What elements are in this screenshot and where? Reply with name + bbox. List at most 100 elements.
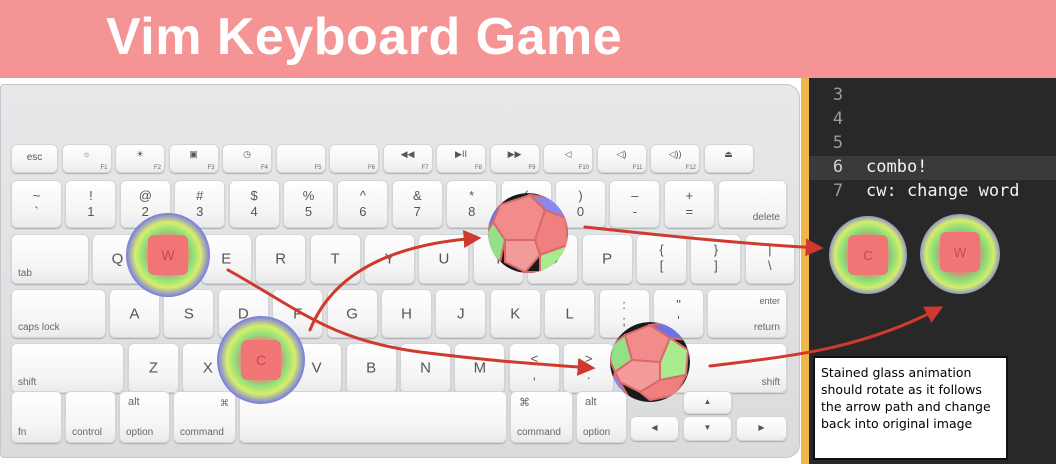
command-label: command [517,427,561,438]
key-label: Y [384,250,395,268]
arrow-up-key[interactable]: ▲ [683,391,732,414]
key-b[interactable]: B [345,343,397,393]
key-m[interactable]: M [454,343,506,393]
fn-row-key-7[interactable]: ◀◀ F7 [382,144,433,173]
fn-row-key-8[interactable]: ▶II F8 [436,144,486,173]
alt-label: alt [585,396,597,408]
key-t[interactable]: T [309,234,361,284]
arrow-down-key[interactable]: ▼ [683,416,732,441]
key-h[interactable]: H [381,289,432,338]
home-sym-key-0[interactable]: :; [598,289,650,338]
fn-key-icon: ▶▶ [507,149,522,159]
fn-key-icon: ▣ [189,149,198,159]
bottom-sym-key-0[interactable]: <, [508,343,560,393]
editor-line-command: cw: change word [866,181,1020,201]
key-k[interactable]: K [489,289,541,338]
num-key-1[interactable]: ! 1 [65,180,117,228]
left-shift-key[interactable]: shift [11,343,124,393]
right-option-key[interactable]: alt option [576,391,627,443]
bracket-key-2[interactable]: | \ [744,234,795,284]
fn-key-label: F5 [314,165,322,171]
key-l[interactable]: L [544,289,596,338]
caps-lock-key[interactable]: caps lock [11,289,106,338]
key-bottom: ' [677,313,680,328]
num-key-0[interactable]: ~ ` [11,180,62,228]
num-key-10[interactable]: ) 0 [555,180,606,228]
fn-row-key-4[interactable]: ◷ F4 [222,144,272,173]
num-key-7[interactable]: & 7 [391,180,443,228]
fn-key-label: F9 [528,165,536,171]
key-label: H [401,305,412,322]
key-u[interactable]: U [418,234,470,284]
left-command-key[interactable]: ⌘ command [173,391,236,443]
num-key-top: ~ [32,188,41,203]
keyboard: esc ☼ F1 ☀ F2 ▣ F3 ◷ F4 F5 F6 ◀◀ F7 ▶II F8 ▶▶ F9 ◁ F10 ◁) F1… [0,84,800,458]
right-command-key[interactable]: ⌘ command [510,391,573,443]
num-key-4[interactable]: $4 [228,180,280,228]
num-key-9[interactable]: (9 [500,180,552,228]
fn-key[interactable]: fn [11,391,62,443]
fn-row-key-0[interactable]: esc [11,144,58,173]
right-shift-key[interactable]: shift [672,343,787,393]
key-n[interactable]: N [400,343,451,393]
arrow-left-key[interactable]: ◀ [630,416,679,441]
num-key-12[interactable]: + = [663,180,715,228]
key-top: : [622,297,626,312]
highlighted-key-c-label: C [241,340,281,380]
key-i[interactable]: I [472,234,524,284]
fn-row-key-5[interactable]: F5 [275,144,326,173]
arrow-right-key[interactable]: ▶ [736,416,787,441]
num-key-11[interactable]: – - [609,180,661,228]
fn-row-key-6[interactable]: F6 [329,144,379,173]
fn-key-icon: ◁) [616,149,627,159]
key-top: > [584,351,593,366]
fn-key-icon: ◁ [564,149,572,159]
key-z[interactable]: Z [128,343,179,393]
key-bottom: , [532,367,537,382]
fn-key-icon: ◀◀ [400,149,415,159]
delete-key[interactable]: delete [718,180,787,228]
fn-row-key-3[interactable]: ▣ F3 [168,144,219,173]
key-p[interactable]: P [581,234,633,284]
command-symbol: ⌘ [220,398,229,408]
bottom-sym-key-1[interactable]: >. [563,343,615,393]
key-label: N [420,359,431,377]
tab-key[interactable]: tab [11,234,89,284]
num-key-5[interactable]: % 5 [283,180,334,228]
num-key-6[interactable]: ^ 6 [337,180,389,228]
fn-row-key-1[interactable]: ☼ F1 [61,144,112,173]
num-key-bottom: 9 [522,204,530,219]
fn-row-key-10[interactable]: ◁ F10 [543,144,593,173]
bracket-key-1[interactable]: }] [690,234,742,284]
arrow-down-icon: ▼ [703,423,712,432]
key-r[interactable]: R [255,234,307,284]
fn-row-key-9[interactable]: ▶▶ F9 [489,144,540,173]
fn-row-key-2[interactable]: ☀ F2 [115,144,165,173]
key-bottom: ] [714,258,718,273]
fn-row-key-11[interactable]: ◁) F11 [596,144,647,173]
key-o[interactable]: O [527,234,579,284]
num-key-top: % [302,188,315,203]
key-j[interactable]: J [435,289,487,338]
key-label: S [183,305,194,322]
key-g[interactable]: G [326,289,378,338]
control-key[interactable]: control [65,391,116,443]
num-key-bottom: 4 [250,204,258,219]
key-a[interactable]: A [109,289,160,338]
fn-row-key-12[interactable]: ◁)) F12 [650,144,700,173]
fn-key-icon: ◁)) [668,149,682,159]
line-number: 3 [832,85,844,105]
left-option-key[interactable]: alt option [119,391,170,443]
num-key-bottom: 0 [576,204,585,219]
key-y[interactable]: Y [364,234,415,284]
bottom-sym-key-2[interactable]: ? / [617,343,669,393]
fn-key-label: F8 [474,165,482,171]
fn-key-icon: ☀ [135,149,145,159]
fn-row-key-13[interactable]: ⏏ [703,144,754,173]
num-key-8[interactable]: * 8 [446,180,498,228]
bracket-key-0[interactable]: {[ [636,234,687,284]
home-sym-key-1[interactable]: " ' [653,289,704,338]
shift-label: shift [761,377,780,388]
return-key[interactable]: enter return [707,289,787,338]
key-bottom: ; [622,313,626,328]
